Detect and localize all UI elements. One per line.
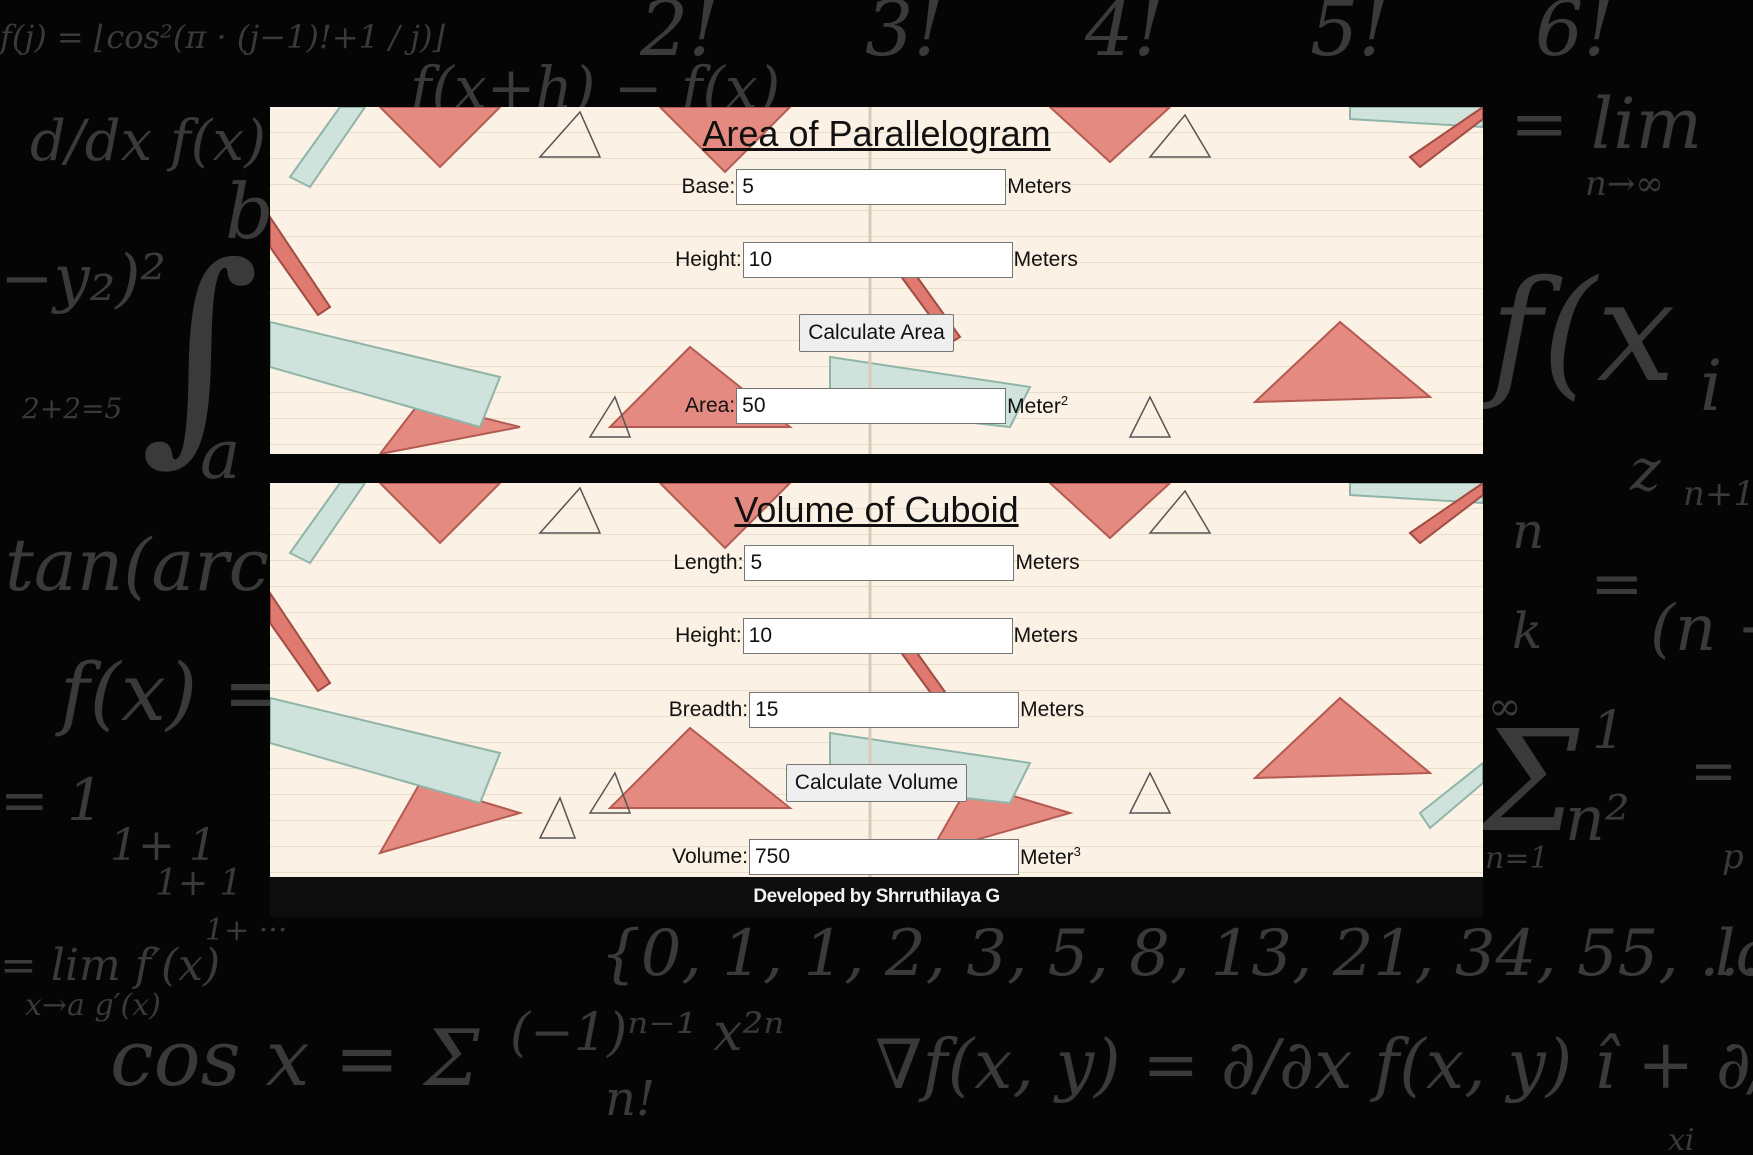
formula-text: f(x bbox=[1481, 251, 1675, 414]
area-panel-title: Area of Parallelogram bbox=[702, 113, 1051, 154]
formula-text: 5! bbox=[1310, 0, 1389, 73]
calculate-area-row: Calculate Area bbox=[270, 313, 1483, 353]
volume-unit-exponent: 3 bbox=[1073, 844, 1081, 859]
formula-text: n bbox=[1512, 502, 1544, 560]
height-label: Height: bbox=[675, 248, 742, 271]
formula-text: n² bbox=[1565, 782, 1630, 855]
breadth-label: Breadth: bbox=[668, 698, 749, 721]
volume-unit-text: Meter bbox=[1019, 846, 1074, 869]
formula-text: {0, 1, 1, 2, 3, 5, 8, 13, 21, 34, 55, ..… bbox=[600, 917, 1753, 991]
base-row: Base: Meters bbox=[270, 167, 1483, 207]
breadth-unit: Meters bbox=[1020, 698, 1085, 721]
footer: Developed by Shrruthilaya G bbox=[270, 877, 1483, 917]
base-input[interactable] bbox=[736, 169, 1007, 205]
area-of-parallelogram-panel: Area of Parallelogram Base: Meters Heigh… bbox=[270, 107, 1483, 454]
formula-text: f(j) = ⌊cos²(π · (j−1)!+1 / j)⌋ bbox=[0, 18, 445, 56]
formula-text: p bbox=[1722, 837, 1744, 877]
formula-text: ∇f(x, y) = ∂/∂x f(x, y) î + ∂/∂y f(x, bbox=[875, 1026, 1753, 1105]
area-result-label: Area: bbox=[684, 394, 736, 417]
formula-text: b bbox=[225, 167, 274, 256]
calculate-volume-row: Calculate Volume bbox=[270, 763, 1483, 803]
length-label: Length: bbox=[673, 551, 744, 574]
volume-result-label: Volume: bbox=[672, 845, 748, 868]
formula-text: xi bbox=[1668, 1123, 1695, 1155]
formula-text: 3! bbox=[865, 0, 944, 73]
formula-text: = bbox=[1590, 547, 1644, 621]
area-unit-exponent: 2 bbox=[1060, 393, 1069, 408]
area-result-row: Area: Meter2 bbox=[270, 386, 1483, 426]
breadth-input[interactable] bbox=[749, 692, 1020, 728]
breadth-row: Breadth: Meters bbox=[270, 690, 1483, 730]
developer-credit: Developed by Shrruthilaya G bbox=[753, 886, 1000, 907]
height-input[interactable] bbox=[742, 242, 1013, 278]
formula-text: 1+ 1 bbox=[155, 863, 242, 904]
base-label: Base: bbox=[681, 175, 736, 198]
formula-text: n! bbox=[605, 1071, 655, 1127]
height-label: Height: bbox=[675, 624, 742, 647]
formula-text: k bbox=[1512, 602, 1542, 660]
formula-text: cos x = Σ bbox=[110, 1014, 480, 1104]
formula-text: n→∞ bbox=[1585, 164, 1664, 204]
formula-text: 1 bbox=[1592, 701, 1625, 761]
calculate-volume-button[interactable]: Calculate Volume bbox=[785, 764, 968, 802]
formula-text: = bbox=[1690, 739, 1737, 804]
height-unit: Meters bbox=[1013, 248, 1078, 271]
height-unit: Meters bbox=[1013, 624, 1078, 647]
area-result-field[interactable] bbox=[736, 388, 1007, 424]
formula-text: = lim f′(x) bbox=[0, 940, 220, 991]
formula-text: = lim bbox=[1510, 83, 1702, 165]
volume-panel-title: Volume of Cuboid bbox=[734, 489, 1019, 530]
height-row: Height: Meters bbox=[270, 616, 1483, 656]
formula-text: 6! bbox=[1535, 0, 1614, 73]
formula-text: z bbox=[1629, 436, 1661, 504]
volume-result-unit: Meter3 bbox=[1020, 844, 1081, 870]
formula-text: n=1 bbox=[1485, 841, 1549, 876]
formula-text: a bbox=[200, 416, 241, 495]
formula-text: i bbox=[1700, 345, 1722, 427]
volume-of-cuboid-panel: Volume of Cuboid Length: Meters Height: … bbox=[270, 483, 1483, 877]
length-input[interactable] bbox=[744, 545, 1015, 581]
area-unit-text: Meter bbox=[1007, 395, 1061, 418]
formula-text: = 1 bbox=[0, 766, 104, 834]
length-unit: Meters bbox=[1015, 551, 1080, 574]
formula-text: lo bbox=[1715, 917, 1753, 991]
length-row: Length: Meters bbox=[270, 543, 1483, 583]
height-row: Height: Meters bbox=[270, 240, 1483, 280]
formula-text: n+1 bbox=[1683, 474, 1753, 514]
volume-result-row: Volume: Meter3 bbox=[270, 837, 1483, 877]
calculate-area-button[interactable]: Calculate Area bbox=[799, 314, 954, 352]
area-result-unit: Meter2 bbox=[1007, 393, 1068, 419]
volume-result-field[interactable] bbox=[748, 839, 1019, 875]
formula-text: f(x) = bbox=[55, 646, 290, 739]
height-input[interactable] bbox=[742, 618, 1013, 654]
formula-text: (−1)ⁿ⁻¹ x²ⁿ bbox=[510, 1003, 784, 1063]
formula-text: (n − bbox=[1650, 592, 1753, 666]
base-unit: Meters bbox=[1007, 175, 1072, 198]
formula-text: 2+2=5 bbox=[21, 392, 122, 425]
formula-text: 4! bbox=[1084, 0, 1164, 73]
